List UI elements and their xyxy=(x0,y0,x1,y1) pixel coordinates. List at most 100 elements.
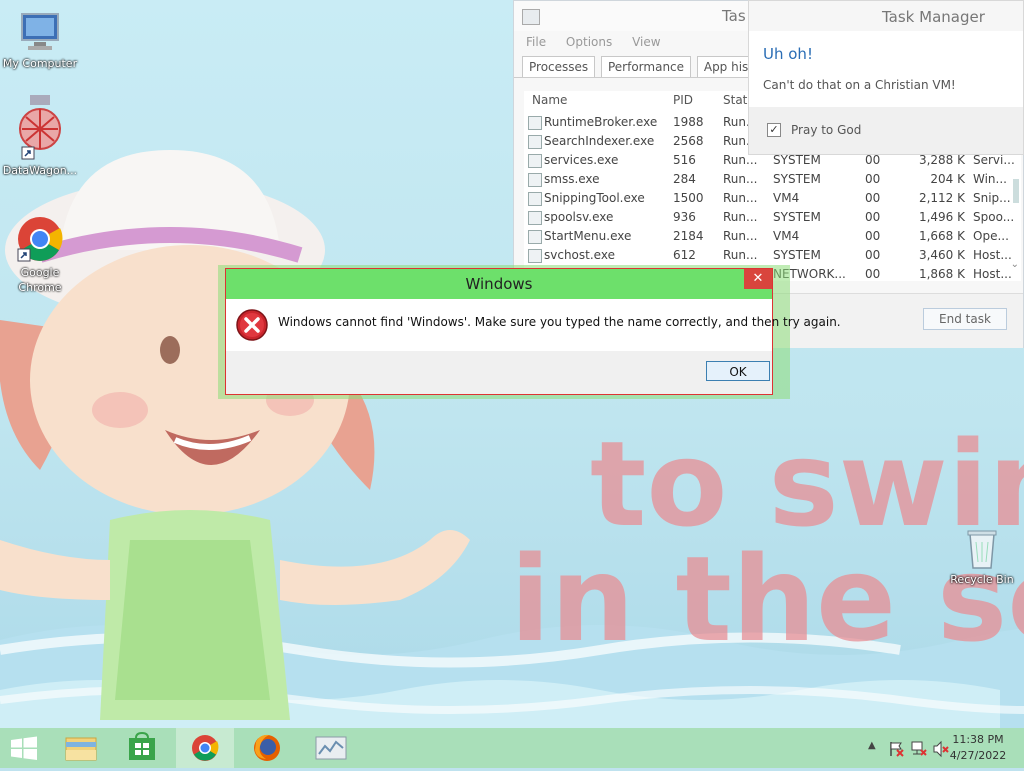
desktop-icon-recycle-bin[interactable]: Recycle Bin xyxy=(940,528,1024,587)
error-dialog-titlebar[interactable]: Windows ✕ xyxy=(226,269,772,299)
start-icon xyxy=(11,736,37,760)
process-icon xyxy=(528,192,542,206)
column-name[interactable]: Name xyxy=(532,91,567,110)
process-icon xyxy=(528,211,542,225)
uh-oh-panel: Task Manager Uh oh! Can't do that on a C… xyxy=(748,0,1024,155)
action-center-flag-icon[interactable] xyxy=(888,740,906,758)
network-icon[interactable] xyxy=(910,740,928,758)
tab-performance[interactable]: Performance xyxy=(600,56,692,77)
desktop-icon-datawagon[interactable]: DataWagon... xyxy=(0,95,80,178)
taskbar: ▲ 11:38 PM 4/27/2022 xyxy=(0,728,1024,768)
process-table-scrollbar[interactable] xyxy=(1013,179,1019,203)
uh-oh-footer: ✓ Pray to God xyxy=(749,107,1023,154)
process-pid: 284 xyxy=(673,172,696,186)
process-icon xyxy=(528,249,542,263)
show-hidden-icons-icon[interactable]: ▲ xyxy=(868,740,876,751)
process-memory: 3,460 K xyxy=(918,248,965,262)
process-row[interactable]: smss.exe 284 Run... SYSTEM 00 204 K Win... xyxy=(524,170,1021,189)
process-name: SearchIndexer.exe xyxy=(544,134,655,148)
desktop-icon-google-chrome[interactable]: Google Chrome xyxy=(0,215,80,295)
process-icon xyxy=(528,154,542,168)
close-icon[interactable]: ✕ xyxy=(744,269,772,289)
process-user: SYSTEM xyxy=(773,210,821,224)
process-cpu: 00 xyxy=(865,229,881,243)
desktop-icon-my-computer[interactable]: My Computer xyxy=(0,10,80,71)
process-name: SnippingTool.exe xyxy=(544,191,645,205)
process-user: SYSTEM xyxy=(773,248,821,262)
firefox-icon xyxy=(254,734,280,761)
system-tray: ▲ 11:38 PM 4/27/2022 xyxy=(844,728,1024,768)
process-row[interactable]: SnippingTool.exe 1500 Run... VM4 00 2,112 K Sn… xyxy=(524,189,1021,208)
process-name: svchost.exe xyxy=(544,248,615,262)
chrome-icon xyxy=(192,735,219,761)
desktop-icon-label: Recycle Bin xyxy=(950,573,1014,586)
process-name: StartMenu.exe xyxy=(544,229,632,243)
process-row[interactable]: svchost.exe 612 Run... SYSTEM 00 3,460 K Host.… xyxy=(524,246,1021,265)
process-cpu: 00 xyxy=(865,248,881,262)
column-pid[interactable]: PID xyxy=(673,91,693,110)
process-pid: 612 xyxy=(673,248,696,262)
process-cpu: 00 xyxy=(865,172,881,186)
end-task-button[interactable]: End task xyxy=(923,308,1007,330)
process-pid: 2184 xyxy=(673,229,704,243)
process-user: VM4 xyxy=(773,191,800,205)
process-icon xyxy=(528,116,542,130)
process-pid: 936 xyxy=(673,210,696,224)
pray-to-god-checkbox[interactable]: ✓ xyxy=(767,123,781,137)
taskbar-file-explorer[interactable] xyxy=(52,728,110,768)
clock-date[interactable]: 4/27/2022 xyxy=(948,749,1008,762)
taskbar-firefox[interactable] xyxy=(238,728,296,768)
start-button[interactable] xyxy=(0,728,58,768)
taskbar-store[interactable] xyxy=(113,728,171,768)
process-cpu: 00 xyxy=(865,210,881,224)
store-icon xyxy=(129,731,155,760)
ok-button[interactable]: OK xyxy=(706,361,770,381)
menu-options[interactable]: Options xyxy=(566,31,612,53)
process-memory: 1,668 K xyxy=(918,229,965,243)
process-icon xyxy=(528,230,542,244)
process-row[interactable]: spoolsv.exe 936 Run... SYSTEM 00 1,496 K Spoo.… xyxy=(524,208,1021,227)
menu-view[interactable]: View xyxy=(632,31,660,53)
error-dialog[interactable]: Windows ✕ Windows cannot find 'Windows'.… xyxy=(225,268,841,395)
tab-processes[interactable]: Processes xyxy=(522,56,596,77)
desktop-icon-label: DataWagon... xyxy=(2,164,78,177)
process-cpu: 00 xyxy=(865,267,881,281)
process-cpu: 00 xyxy=(865,191,881,205)
error-dialog-title: Windows xyxy=(465,275,533,293)
process-icon xyxy=(528,173,542,187)
scroll-down-arrow-icon[interactable]: ⌄ xyxy=(1011,259,1019,270)
process-description: Host... xyxy=(973,248,1012,262)
process-pid: 2568 xyxy=(673,134,704,148)
process-memory: 1,868 K xyxy=(918,267,965,281)
process-description: Host... xyxy=(973,267,1012,281)
taskbar-chrome[interactable] xyxy=(176,728,234,768)
task-manager-icon xyxy=(315,736,347,760)
process-description: Spoo... xyxy=(973,210,1015,224)
pray-to-god-label[interactable]: Pray to God xyxy=(791,123,861,137)
uh-oh-titlebar[interactable]: Task Manager xyxy=(749,1,1023,31)
process-status: Run... xyxy=(723,229,758,243)
error-dialog-body: Windows cannot find 'Windows'. Make sure… xyxy=(226,299,841,351)
computer-icon xyxy=(21,13,59,50)
recycle-bin-icon xyxy=(967,530,997,569)
clock-time[interactable]: 11:38 PM xyxy=(948,733,1008,746)
menu-file[interactable]: File xyxy=(526,31,546,53)
task-manager-title: Tas xyxy=(722,7,746,25)
process-icon xyxy=(528,135,542,149)
process-status: Run... xyxy=(723,248,758,262)
process-status: Run... xyxy=(723,210,758,224)
uh-oh-message: Can't do that on a Christian VM! xyxy=(763,78,956,92)
desktop-icon-label: Google Chrome xyxy=(18,266,62,294)
process-memory: 1,496 K xyxy=(918,210,965,224)
taskbar-task-manager[interactable] xyxy=(302,728,360,768)
process-user: VM4 xyxy=(773,229,800,243)
process-name: smss.exe xyxy=(544,172,600,186)
process-name: spoolsv.exe xyxy=(544,210,614,224)
process-name: services.exe xyxy=(544,153,619,167)
process-description: Snip... xyxy=(973,191,1011,205)
datawagon-icon xyxy=(19,95,61,160)
process-row[interactable]: StartMenu.exe 2184 Run... VM4 00 1,668 K Ope..… xyxy=(524,227,1021,246)
process-user: SYSTEM xyxy=(773,172,821,186)
process-status: Run... xyxy=(723,172,758,186)
process-memory: 2,112 K xyxy=(918,191,965,205)
